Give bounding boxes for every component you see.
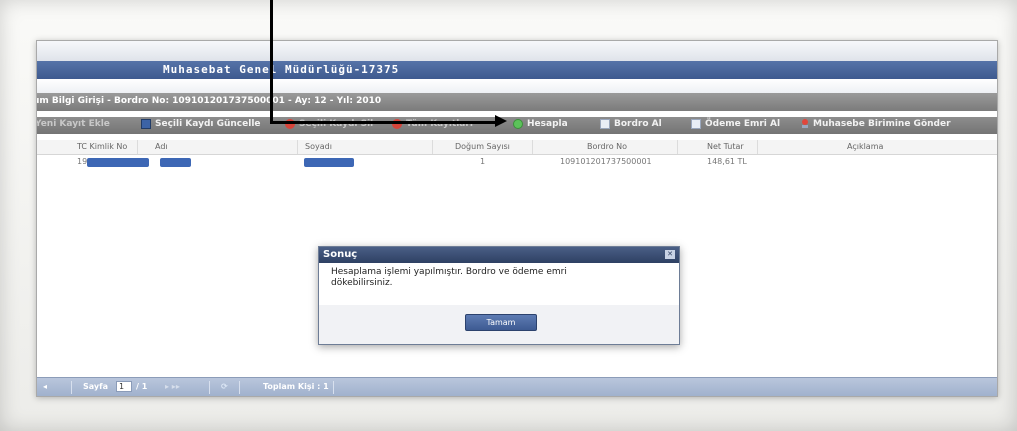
dialog-body: Hesaplama işlemi yapılmıştır. Bordro ve …	[319, 263, 679, 305]
first-page-icon[interactable]: ◂	[43, 382, 47, 391]
cell-net-amount: 148,61 TL	[707, 157, 747, 166]
cell-payroll-no: 109101201737500001	[560, 157, 652, 166]
redaction-name	[160, 158, 191, 167]
status-divider	[333, 381, 334, 394]
calculate-icon	[513, 119, 523, 129]
payment-document-icon	[691, 119, 701, 129]
ok-button[interactable]: Tamam	[465, 314, 537, 331]
save-icon	[141, 119, 151, 129]
dialog-message: Hesaplama işlemi yapılmıştır. Bordro ve …	[331, 267, 567, 288]
document-icon	[600, 119, 610, 129]
redaction-tc	[87, 158, 149, 167]
total-count: Toplam Kişi : 1	[263, 382, 329, 391]
column-divider	[432, 140, 433, 154]
dialog-title: Sonuç	[323, 249, 358, 260]
new-record-label: Yeni Kayıt Ekle	[36, 119, 110, 129]
get-payment-order-button[interactable]: Ödeme Emri Al	[691, 119, 780, 129]
app-header: Muhasebat Genel Müdürlüğü-17375	[37, 61, 997, 79]
status-divider	[71, 381, 72, 394]
send-to-accounting-button[interactable]: Muhasebe Birimine Gönder	[801, 119, 951, 129]
close-icon[interactable]: ✕	[665, 250, 675, 259]
refresh-icon[interactable]: ⟳	[221, 382, 228, 391]
send-icon	[801, 119, 809, 129]
get-payroll-label: Bordro Al	[614, 119, 662, 129]
callout-line-vertical	[270, 0, 273, 124]
calculate-label: Hesapla	[527, 119, 568, 129]
page-total: / 1	[136, 382, 148, 391]
header-gap	[37, 79, 997, 93]
col-header-tc[interactable]: TC Kimlik No	[77, 142, 127, 151]
cell-tc: 19	[77, 157, 88, 166]
col-header-surname[interactable]: Soyadı	[305, 142, 332, 151]
col-header-name[interactable]: Adı	[155, 142, 168, 151]
grid-header: TC Kimlik No Adı Soyadı Doğum Sayısı Bor…	[37, 140, 997, 155]
status-bar: ◂ Sayfa 1 / 1 ▸ ▸▸ ⟳ Toplam Kişi : 1	[37, 377, 997, 396]
get-payment-order-label: Ödeme Emri Al	[705, 119, 781, 129]
arrow-icon	[495, 115, 507, 127]
column-divider	[137, 140, 138, 154]
update-selected-button[interactable]: Seçili Kaydı Güncelle	[141, 119, 261, 129]
new-record-button[interactable]: Yeni Kayıt Ekle	[36, 119, 110, 129]
page-label: Sayfa	[83, 382, 109, 391]
toolbar: Yeni Kayıt Ekle Seçili Kaydı Güncelle Se…	[37, 117, 997, 134]
browser-top-bar	[37, 41, 997, 61]
result-dialog: Sonuç ✕ Hesaplama işlemi yapılmıştır. Bo…	[318, 246, 680, 345]
dialog-title-bar: Sonuç ✕	[319, 247, 679, 263]
column-divider	[757, 140, 758, 154]
col-header-description[interactable]: Açıklama	[847, 142, 883, 151]
update-selected-label: Seçili Kaydı Güncelle	[155, 119, 261, 129]
redaction-surname	[304, 158, 354, 167]
status-divider	[209, 381, 210, 394]
get-payroll-button[interactable]: Bordro Al	[600, 119, 662, 129]
col-header-payroll-no[interactable]: Bordro No	[587, 142, 627, 151]
col-header-birth-count[interactable]: Doğum Sayısı	[455, 142, 510, 151]
screenshot-frame: Muhasebat Genel Müdürlüğü-17375 um Bilgi…	[0, 0, 1017, 431]
calculate-button[interactable]: Hesapla	[513, 119, 568, 129]
col-header-net-amount[interactable]: Net Tutar	[707, 142, 744, 151]
cell-birth-count: 1	[480, 157, 486, 166]
send-to-accounting-label: Muhasebe Birimine Gönder	[813, 119, 951, 129]
column-divider	[677, 140, 678, 154]
panel-title-bar: um Bilgi Girişi - Bordro No: 10910120173…	[37, 93, 997, 111]
callout-line-horizontal	[270, 121, 498, 124]
panel-title: um Bilgi Girişi - Bordro No: 10910120173…	[36, 96, 382, 106]
app-title: Muhasebat Genel Müdürlüğü-17375	[163, 63, 400, 76]
column-divider	[297, 140, 298, 154]
page-number-input[interactable]: 1	[116, 381, 132, 392]
next-page-icon[interactable]: ▸ ▸▸	[165, 382, 180, 391]
column-divider	[532, 140, 533, 154]
status-divider	[239, 381, 240, 394]
